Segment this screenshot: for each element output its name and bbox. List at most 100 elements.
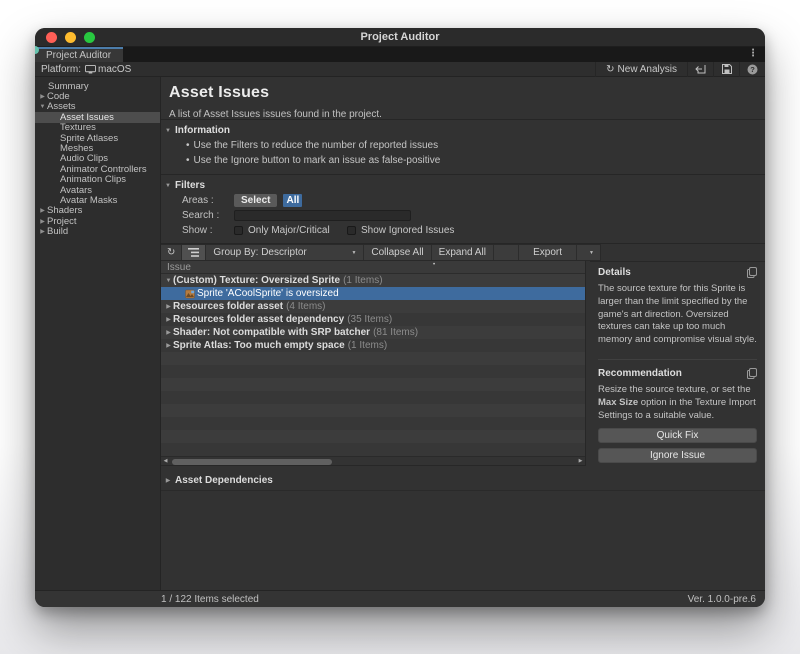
column-resize-dot-icon[interactable]: • [433, 262, 435, 268]
information-section: ▼ Information •Use the Filters to reduce… [161, 120, 765, 175]
tab-menu-more-icon[interactable]: ⋮ [748, 48, 758, 59]
issues-split-view: Issue • ▼ (Custom) Texture: Oversized Sp… [161, 261, 765, 466]
sidebar-item-project[interactable]: ▶Project [35, 216, 160, 226]
asset-dependencies-foldout[interactable]: ▶ Asset Dependencies [161, 470, 765, 491]
show-ignored-checkbox[interactable] [347, 226, 356, 235]
sidebar-item-audio-clips[interactable]: Audio Clips [35, 154, 160, 164]
sidebar-item-asset-issues[interactable]: Asset Issues [35, 112, 160, 122]
sidebar-item-code[interactable]: ▶Code [35, 91, 160, 101]
sidebar-item-animation-clips[interactable]: Animation Clips [35, 175, 160, 185]
project-auditor-window: Project Auditor Project Auditor ⋮ Platfo… [35, 28, 765, 607]
scroll-left-icon[interactable]: ◀ [161, 458, 170, 464]
empty-row [161, 430, 585, 443]
foldout-open-icon[interactable]: ▼ [164, 278, 173, 284]
areas-label: Areas : [182, 195, 234, 206]
chevron-down-icon: ▼ [351, 250, 356, 256]
issue-row-selected[interactable]: Sprite 'ACoolSprite' is oversized [161, 287, 585, 300]
bullet-icon: • [186, 140, 190, 151]
copy-icon[interactable] [747, 267, 757, 278]
foldout-open-icon: ▼ [164, 128, 172, 134]
view-mode-toggle-button[interactable] [182, 245, 206, 260]
issues-table: Issue • ▼ (Custom) Texture: Oversized Sp… [161, 261, 586, 466]
platform-label: Platform: [41, 64, 81, 75]
export-button[interactable]: Export [518, 245, 576, 260]
zoom-window-button[interactable] [84, 32, 95, 43]
page-header: Asset Issues A list of Asset Issues issu… [161, 77, 765, 120]
issue-group-row[interactable]: ▼ (Custom) Texture: Oversized Sprite (1 … [161, 274, 585, 287]
sidebar-item-avatars[interactable]: Avatars [35, 185, 160, 195]
sidebar-item-assets[interactable]: ▼Assets [35, 102, 160, 112]
refresh-icon: ↻ [606, 64, 614, 75]
export-split-button: Export ▼ [518, 245, 600, 260]
empty-row [161, 404, 585, 417]
foldout-closed-icon[interactable]: ▶ [164, 316, 173, 323]
info-bullet: •Use the Ignore button to mark an issue … [186, 155, 765, 166]
scrollbar-track[interactable] [170, 457, 576, 465]
empty-row [161, 365, 585, 378]
show-filter-row: Show : Only Major/Critical Show Ignored … [182, 224, 765, 236]
tab-project-auditor[interactable]: Project Auditor [35, 47, 123, 62]
foldout-closed-icon: ▶ [164, 477, 172, 484]
horizontal-scrollbar[interactable]: ◀ ▶ [161, 456, 585, 465]
filters-foldout[interactable]: ▼ Filters [164, 180, 765, 191]
help-icon: ? [747, 64, 758, 75]
info-bullet: •Use the Filters to reduce the number of… [186, 140, 765, 151]
filters-section: ▼ Filters Areas : Select All Search : Sh… [161, 175, 765, 244]
sprite-asset-icon [185, 289, 195, 299]
sidebar-item-meshes[interactable]: Meshes [35, 143, 160, 153]
status-bar: 1 / 122 Items selected Ver. 1.0.0-pre.6 [35, 590, 765, 607]
search-input[interactable] [234, 210, 411, 221]
group-by-dropdown[interactable]: Group By: Descriptor ▼ [206, 245, 364, 260]
sidebar-item-avatar-masks[interactable]: Avatar Masks [35, 195, 160, 205]
foldout-closed-icon[interactable]: ▶ [38, 93, 47, 100]
show-ignored-option[interactable]: Show Ignored Issues [347, 225, 460, 236]
close-window-button[interactable] [46, 32, 57, 43]
scroll-right-icon[interactable]: ▶ [576, 458, 585, 464]
sidebar-item-shaders[interactable]: ▶Shaders [35, 206, 160, 216]
selection-status: 1 / 122 Items selected [161, 594, 259, 605]
refresh-table-button[interactable]: ↻ [161, 245, 182, 260]
load-report-button[interactable] [687, 62, 713, 77]
export-dropdown-button[interactable]: ▼ [576, 245, 600, 260]
copy-icon[interactable] [747, 368, 757, 379]
help-button[interactable]: ? [739, 62, 765, 77]
ignore-issue-button[interactable]: Ignore Issue [598, 448, 757, 463]
bullet-icon: • [186, 155, 190, 166]
new-analysis-button[interactable]: ↻ New Analysis [595, 62, 687, 77]
quick-fix-button[interactable]: Quick Fix [598, 428, 757, 443]
traffic-lights [46, 32, 95, 43]
issue-group-row[interactable]: ▶ Shader: Not compatible with SRP batche… [161, 326, 585, 339]
save-report-button[interactable] [713, 62, 739, 77]
foldout-closed-icon[interactable]: ▶ [164, 329, 173, 336]
tab-bar: Project Auditor ⋮ [35, 47, 765, 62]
sidebar-item-textures[interactable]: Textures [35, 123, 160, 133]
foldout-open-icon[interactable]: ▼ [38, 104, 47, 110]
foldout-closed-icon[interactable]: ▶ [164, 342, 173, 349]
only-major-critical-option[interactable]: Only Major/Critical [234, 225, 347, 236]
page-title: Asset Issues [169, 84, 765, 102]
scrollbar-thumb[interactable] [172, 459, 332, 465]
foldout-closed-icon[interactable]: ▶ [38, 207, 47, 214]
svg-text:?: ? [750, 65, 755, 74]
sidebar-item-build[interactable]: ▶Build [35, 226, 160, 236]
areas-select-button[interactable]: Select [234, 194, 277, 207]
issue-group-row[interactable]: ▶ Sprite Atlas: Too much empty space (1 … [161, 339, 585, 352]
collapse-all-button[interactable]: Collapse All [364, 245, 431, 260]
search-filter-row: Search : [182, 209, 765, 221]
foldout-closed-icon[interactable]: ▶ [38, 218, 47, 225]
issue-group-row[interactable]: ▶ Resources folder asset (4 Items) [161, 300, 585, 313]
information-foldout[interactable]: ▼ Information [164, 125, 765, 136]
sidebar-item-summary[interactable]: Summary [35, 81, 160, 91]
minimize-window-button[interactable] [65, 32, 76, 43]
foldout-closed-icon[interactable]: ▶ [38, 228, 47, 235]
analysis-toolbar: Platform: macOS ↻ New Analysis [35, 62, 765, 77]
sidebar-item-animator-controllers[interactable]: Animator Controllers [35, 164, 160, 174]
foldout-closed-icon[interactable]: ▶ [164, 303, 173, 310]
issue-column-header[interactable]: Issue • [161, 261, 585, 274]
issue-group-row[interactable]: ▶ Resources folder asset dependency (35 … [161, 313, 585, 326]
only-major-critical-checkbox[interactable] [234, 226, 243, 235]
expand-all-button[interactable]: Expand All [432, 245, 494, 260]
tab-status-dot-icon [35, 46, 39, 54]
sidebar-item-sprite-atlases[interactable]: Sprite Atlases [35, 133, 160, 143]
issues-table-toolbar: ↻ Group By: Descriptor ▼ Collapse All Ex… [161, 244, 601, 261]
